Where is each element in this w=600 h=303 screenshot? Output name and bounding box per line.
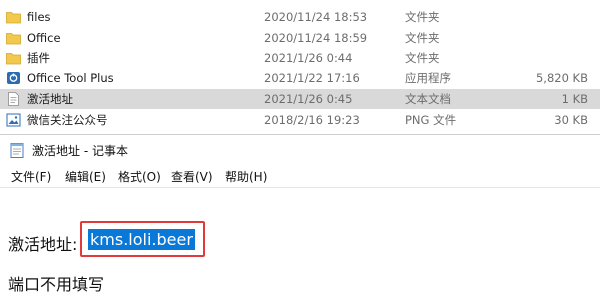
activation-label: 激活地址: [8, 235, 78, 254]
file-size: 5,820 KB [535, 71, 588, 85]
menu-help[interactable]: 帮助(H) [225, 168, 267, 185]
menu-bar: 文件(F) 编辑(E) 格式(O) 查看(V) 帮助(H) [0, 165, 600, 187]
menu-file[interactable]: 文件(F) [11, 168, 51, 185]
file-date: 2021/1/22 17:16 [264, 71, 360, 85]
file-row-activation-address[interactable]: 激活地址 2021/1/26 0:45 文本文档 1 KB [0, 89, 600, 109]
file-name: 微信关注公众号 [27, 113, 108, 127]
file-date: 2020/11/24 18:59 [264, 31, 368, 45]
folder-icon [6, 12, 21, 24]
menu-format[interactable]: 格式(O) [118, 168, 161, 185]
file-type: 应用程序 [405, 71, 451, 85]
text-document-icon [8, 92, 19, 106]
file-name: 激活地址 [27, 92, 73, 106]
notepad-icon [10, 143, 24, 158]
window-title: 激活地址 - 记事本 [32, 144, 128, 158]
file-date: 2021/1/26 0:44 [264, 51, 353, 65]
folder-icon [6, 33, 21, 45]
title-bar[interactable]: 激活地址 - 记事本 [0, 135, 600, 163]
file-type: 文件夹 [405, 51, 440, 65]
file-row-office[interactable]: Office 2020/11/24 18:59 文件夹 [0, 28, 600, 48]
highlight-annotation-box [80, 221, 205, 257]
notepad-window: 激活地址 - 记事本 文件(F) 编辑(E) 格式(O) 查看(V) 帮助(H)… [0, 134, 600, 303]
folder-icon [6, 53, 21, 65]
file-name: Office [27, 31, 61, 45]
file-row-files[interactable]: files 2020/11/24 18:53 文件夹 [0, 7, 600, 27]
file-type: PNG 文件 [405, 113, 457, 127]
file-row-plugins[interactable]: 插件 2021/1/26 0:44 文件夹 [0, 48, 600, 68]
port-note-text: 端口不用填写 [8, 275, 105, 294]
file-date: 2021/1/26 0:45 [264, 92, 353, 106]
file-name: files [27, 10, 51, 24]
file-type: 文本文档 [405, 92, 451, 106]
menu-view[interactable]: 查看(V) [171, 168, 213, 185]
file-name: 插件 [27, 51, 50, 65]
file-type: 文件夹 [405, 31, 440, 45]
file-row-office-tool-plus[interactable]: Office Tool Plus 2021/1/22 17:16 应用程序 5,… [0, 68, 600, 88]
file-explorer-list: files 2020/11/24 18:53 文件夹 Office 2020/1… [0, 0, 600, 132]
file-row-wechat-image[interactable]: 微信关注公众号 2018/2/16 19:23 PNG 文件 30 KB [0, 110, 600, 130]
app-icon [7, 72, 20, 84]
file-size: 1 KB [561, 92, 588, 106]
file-date: 2018/2/16 19:23 [264, 113, 360, 127]
file-size: 30 KB [554, 113, 588, 127]
menu-edit[interactable]: 编辑(E) [65, 168, 106, 185]
file-name: Office Tool Plus [27, 71, 114, 85]
image-file-icon [6, 113, 21, 127]
file-date: 2020/11/24 18:53 [264, 10, 368, 24]
file-type: 文件夹 [405, 10, 440, 24]
